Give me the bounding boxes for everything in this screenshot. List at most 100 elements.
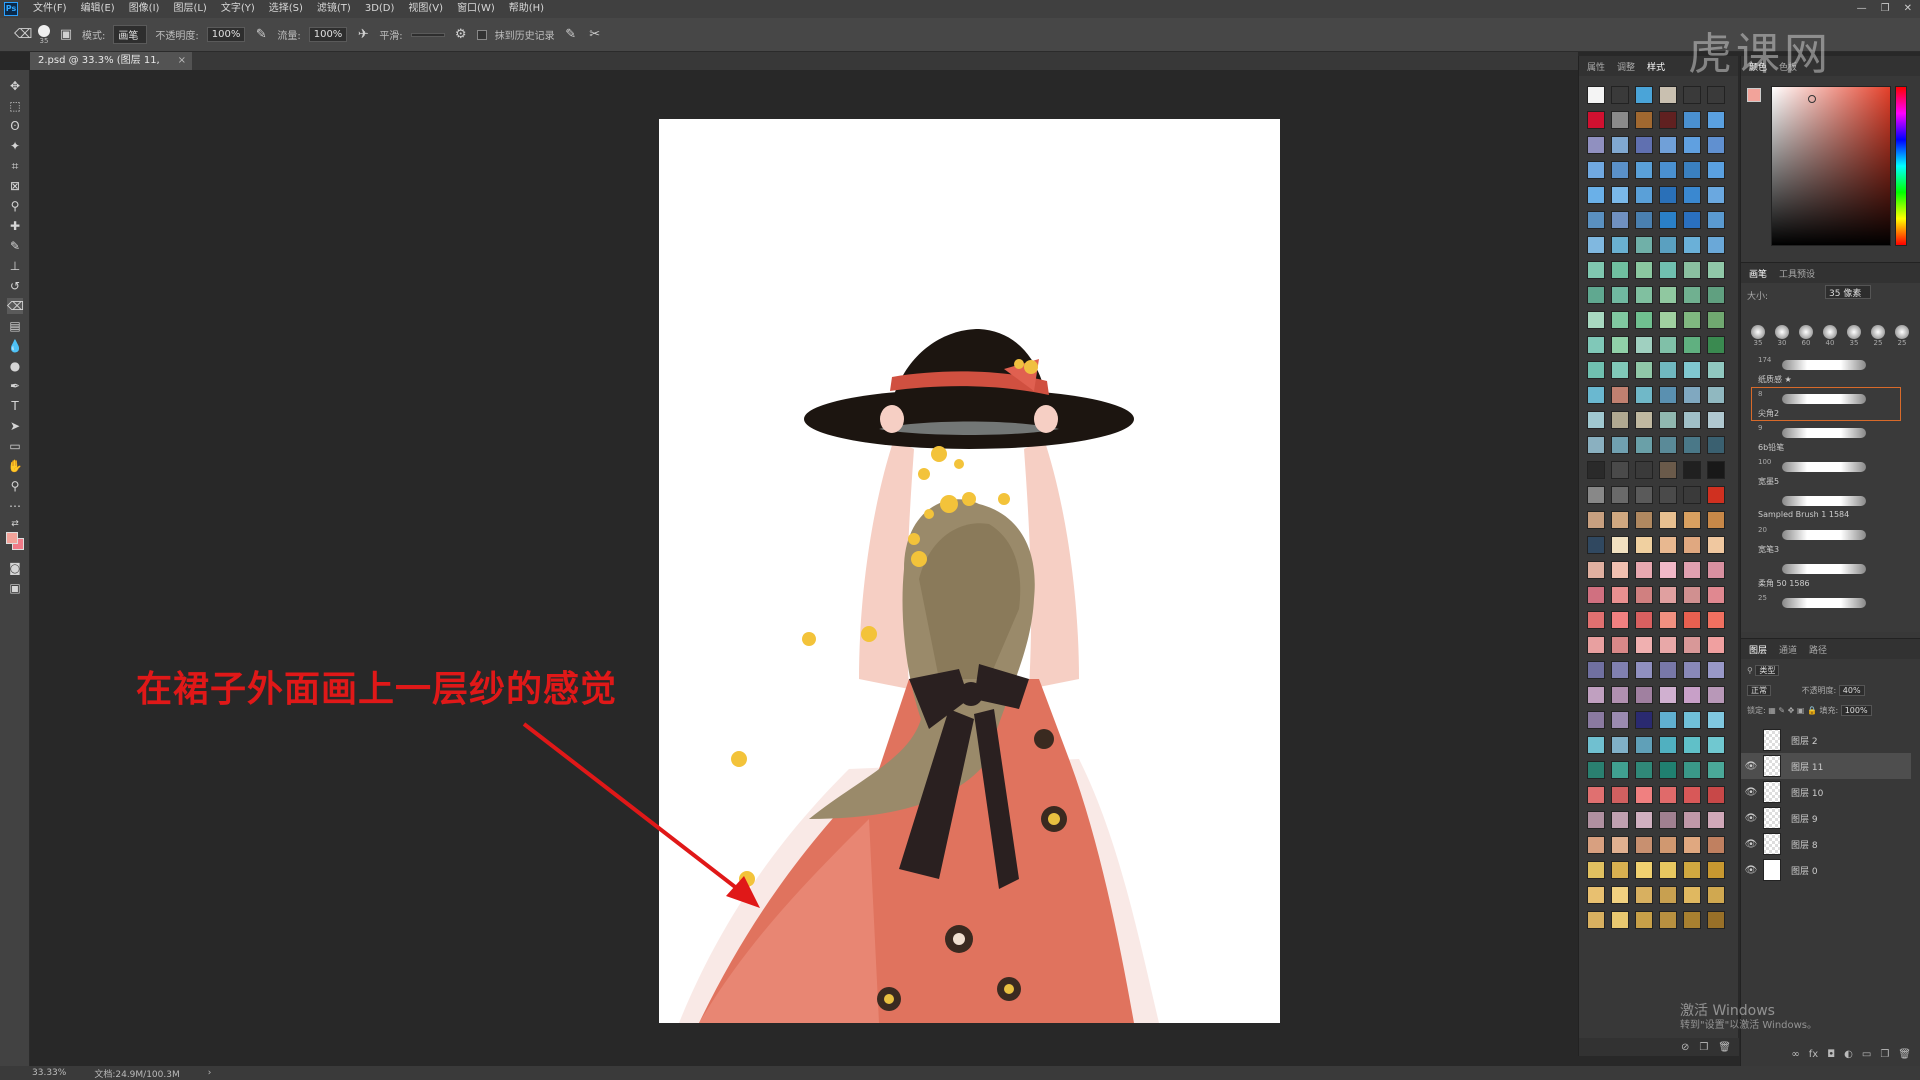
style-swatch[interactable]	[1611, 161, 1629, 179]
style-swatch[interactable]	[1611, 136, 1629, 154]
style-swatch[interactable]	[1611, 586, 1629, 604]
style-swatch[interactable]	[1707, 661, 1725, 679]
style-swatch[interactable]	[1635, 111, 1653, 129]
style-swatch[interactable]	[1611, 561, 1629, 579]
style-swatch[interactable]	[1683, 286, 1701, 304]
style-swatch[interactable]	[1659, 186, 1677, 204]
style-swatch[interactable]	[1611, 811, 1629, 829]
style-swatch[interactable]	[1635, 736, 1653, 754]
menu-help[interactable]: 帮助(H)	[502, 0, 551, 18]
layer-row[interactable]: 图层 2	[1741, 727, 1911, 753]
pressure-opacity-icon[interactable]: ✎	[253, 27, 269, 42]
style-swatch[interactable]	[1659, 111, 1677, 129]
color-picker-field[interactable]	[1771, 86, 1891, 246]
style-swatch[interactable]	[1707, 711, 1725, 729]
style-swatch[interactable]	[1659, 161, 1677, 179]
style-swatch[interactable]	[1587, 786, 1605, 804]
settings-gear-icon[interactable]: ⚙	[453, 27, 469, 42]
type-tool-icon[interactable]: T	[7, 398, 23, 414]
tab-properties[interactable]: 属性	[1587, 60, 1605, 73]
brush-preset-item[interactable]: 8 尖角2	[1751, 387, 1901, 421]
airbrush-icon[interactable]: ✈	[355, 27, 371, 42]
style-swatch[interactable]	[1611, 661, 1629, 679]
style-swatch[interactable]	[1611, 861, 1629, 879]
style-swatch[interactable]	[1659, 286, 1677, 304]
style-swatch[interactable]	[1611, 211, 1629, 229]
tab-brushes[interactable]: 画笔	[1749, 267, 1767, 280]
style-swatch[interactable]	[1707, 486, 1725, 504]
style-swatch[interactable]	[1635, 86, 1653, 104]
style-swatch[interactable]	[1659, 211, 1677, 229]
close-tab-icon[interactable]: ×	[178, 52, 186, 70]
style-swatch[interactable]	[1587, 211, 1605, 229]
style-swatch[interactable]	[1587, 111, 1605, 129]
style-swatch[interactable]	[1635, 186, 1653, 204]
document-tab[interactable]: 2.psd @ 33.3% (图层 11, RGB/8) * ×	[30, 52, 192, 84]
style-swatch[interactable]	[1635, 336, 1653, 354]
style-swatch[interactable]	[1635, 761, 1653, 779]
style-swatch[interactable]	[1707, 261, 1725, 279]
style-swatch[interactable]	[1611, 361, 1629, 379]
new-style-icon[interactable]: ❐	[1699, 1042, 1708, 1053]
menu-image[interactable]: 图像(I)	[122, 0, 167, 18]
style-swatch[interactable]	[1683, 211, 1701, 229]
tab-styles[interactable]: 样式	[1647, 60, 1665, 73]
foreground-color-swatch[interactable]	[6, 532, 18, 544]
style-swatch[interactable]	[1683, 786, 1701, 804]
delete-style-icon[interactable]: 🗑	[1718, 1042, 1731, 1053]
style-swatch[interactable]	[1587, 536, 1605, 554]
style-swatch[interactable]	[1707, 136, 1725, 154]
style-swatch[interactable]	[1659, 411, 1677, 429]
style-swatch[interactable]	[1659, 386, 1677, 404]
style-swatch[interactable]	[1683, 511, 1701, 529]
menu-filter[interactable]: 滤镜(T)	[310, 0, 358, 18]
style-swatch[interactable]	[1683, 386, 1701, 404]
style-swatch[interactable]	[1707, 336, 1725, 354]
style-swatch[interactable]	[1635, 686, 1653, 704]
style-swatch[interactable]	[1659, 911, 1677, 929]
layer-row[interactable]: 👁 图层 8	[1741, 831, 1911, 857]
style-swatch[interactable]	[1659, 636, 1677, 654]
style-swatch[interactable]	[1587, 136, 1605, 154]
tab-adjustments[interactable]: 调整	[1617, 60, 1635, 73]
style-swatch[interactable]	[1683, 111, 1701, 129]
style-swatch[interactable]	[1587, 736, 1605, 754]
style-swatch[interactable]	[1587, 811, 1605, 829]
style-swatch[interactable]	[1683, 561, 1701, 579]
link-layers-icon[interactable]: ∞	[1791, 1049, 1799, 1060]
style-swatch[interactable]	[1611, 686, 1629, 704]
style-swatch[interactable]	[1587, 761, 1605, 779]
style-swatch[interactable]	[1659, 361, 1677, 379]
path-selection-tool-icon[interactable]: ➤	[7, 418, 23, 434]
lock-icons[interactable]: ▦ ✎ ✥ ▣ 🔒	[1768, 706, 1817, 715]
style-swatch[interactable]	[1587, 911, 1605, 929]
style-swatch[interactable]	[1683, 836, 1701, 854]
zoom-tool-icon[interactable]: ⚲	[7, 478, 23, 494]
style-swatch[interactable]	[1635, 661, 1653, 679]
mode-select[interactable]: 画笔	[113, 25, 148, 44]
style-swatch[interactable]	[1683, 461, 1701, 479]
style-swatch[interactable]	[1707, 386, 1725, 404]
smoothing-input[interactable]	[410, 32, 445, 37]
brush-preset-item[interactable]: 174 纸质感 ★	[1751, 353, 1901, 387]
style-swatch[interactable]	[1611, 736, 1629, 754]
style-swatch[interactable]	[1611, 536, 1629, 554]
history-brush-tool-icon[interactable]: ↺	[7, 278, 23, 294]
layer-filter-select[interactable]: 类型	[1755, 665, 1780, 676]
style-swatch[interactable]	[1611, 486, 1629, 504]
style-swatch[interactable]	[1659, 536, 1677, 554]
style-swatch[interactable]	[1635, 311, 1653, 329]
style-swatch[interactable]	[1611, 511, 1629, 529]
style-swatch[interactable]	[1635, 486, 1653, 504]
style-swatch[interactable]	[1635, 861, 1653, 879]
style-swatch[interactable]	[1611, 311, 1629, 329]
style-swatch[interactable]	[1611, 761, 1629, 779]
style-swatch[interactable]	[1611, 236, 1629, 254]
style-swatch[interactable]	[1587, 886, 1605, 904]
brush-preset-item[interactable]: Sampled Brush 1 1584	[1751, 489, 1901, 523]
style-swatch[interactable]	[1611, 261, 1629, 279]
style-swatch[interactable]	[1611, 386, 1629, 404]
minimize-button[interactable]: —	[1857, 0, 1867, 18]
style-swatch[interactable]	[1707, 411, 1725, 429]
symmetry-icon[interactable]: ✂	[587, 27, 603, 42]
